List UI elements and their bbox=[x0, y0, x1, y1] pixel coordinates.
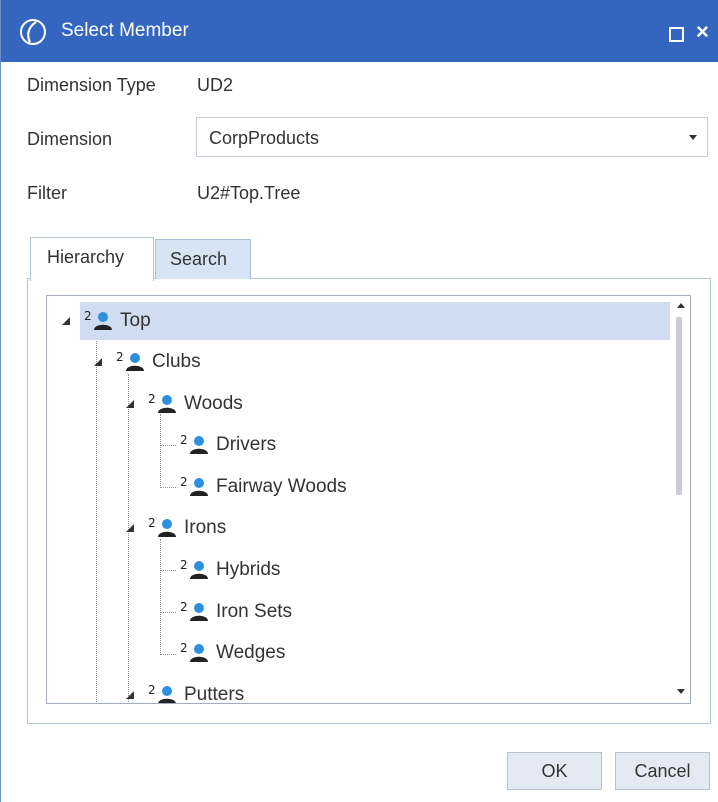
tab-hierarchy[interactable]: Hierarchy bbox=[30, 237, 154, 281]
tree-node-irons[interactable]: 2 Irons bbox=[126, 509, 444, 547]
tree-node-iron-sets[interactable]: 2 Iron Sets bbox=[176, 593, 476, 631]
app-logo-icon bbox=[20, 19, 46, 45]
scroll-down-icon[interactable] bbox=[677, 689, 685, 694]
filter-label: Filter bbox=[27, 183, 67, 203]
expand-toggle-icon[interactable] bbox=[126, 524, 134, 532]
member-icon: 2 bbox=[148, 516, 176, 537]
member-icon: 2 bbox=[148, 683, 176, 703]
tree-connector bbox=[160, 612, 176, 613]
scroll-up-icon[interactable] bbox=[677, 303, 685, 308]
tree-node-label: Top bbox=[120, 310, 151, 331]
svg-text:2: 2 bbox=[180, 475, 188, 489]
member-icon: 2 bbox=[116, 350, 144, 371]
tree-connector bbox=[160, 570, 176, 571]
svg-text:2: 2 bbox=[180, 433, 188, 447]
svg-text:2: 2 bbox=[180, 558, 188, 572]
tree-node-drivers[interactable]: 2 Drivers bbox=[176, 426, 476, 464]
tab-search[interactable]: Search bbox=[155, 239, 251, 279]
tree-node-putters[interactable]: 2 Putters bbox=[126, 676, 444, 704]
expand-toggle-icon[interactable] bbox=[126, 400, 134, 408]
tree-connector bbox=[160, 445, 176, 446]
svg-text:2: 2 bbox=[148, 392, 156, 406]
tree-node-label: Iron Sets bbox=[216, 601, 293, 622]
tree-node-label: Drivers bbox=[216, 434, 277, 455]
close-icon[interactable]: × bbox=[696, 18, 709, 46]
tree-node-label: Irons bbox=[184, 517, 227, 538]
tree-connector bbox=[160, 654, 176, 655]
tree-connector bbox=[160, 414, 161, 488]
member-icon: 2 bbox=[84, 309, 112, 330]
tree-node-woods[interactable]: 2 Woods bbox=[126, 385, 444, 423]
svg-text:2: 2 bbox=[84, 309, 92, 323]
member-tree[interactable]: 2 Top 2 Clubs 2 Woods 2 Drivers 2 Fairwa… bbox=[46, 295, 691, 704]
cancel-button[interactable]: Cancel bbox=[615, 752, 710, 790]
tree-node-hybrids[interactable]: 2 Hybrids bbox=[176, 551, 476, 589]
member-icon: 2 bbox=[180, 475, 208, 496]
svg-text:2: 2 bbox=[180, 600, 188, 614]
tree-node-label: Fairway Woods bbox=[216, 476, 347, 497]
tree-connector bbox=[128, 374, 129, 703]
ok-button[interactable]: OK bbox=[507, 752, 602, 790]
svg-text:2: 2 bbox=[116, 350, 124, 364]
scroll-thumb[interactable] bbox=[676, 317, 682, 495]
tree-node-fairway-woods[interactable]: 2 Fairway Woods bbox=[176, 468, 476, 506]
tree-connector bbox=[96, 331, 97, 703]
tree-node-label: Putters bbox=[184, 684, 245, 704]
tab-search-label: Search bbox=[170, 249, 228, 269]
member-icon: 2 bbox=[180, 600, 208, 621]
tree-node-label: Hybrids bbox=[216, 559, 281, 580]
dimension-dropdown[interactable]: CorpProducts bbox=[196, 117, 708, 157]
window-title: Select Member bbox=[61, 20, 189, 41]
dimension-label: Dimension bbox=[27, 129, 113, 149]
tree-scrollbar[interactable] bbox=[670, 296, 690, 703]
member-icon: 2 bbox=[180, 433, 208, 454]
tree-connector bbox=[160, 487, 176, 488]
maximize-icon[interactable] bbox=[669, 27, 684, 42]
title-bar[interactable]: Select Member × bbox=[1, 0, 718, 62]
tree-connector bbox=[160, 539, 161, 655]
chevron-down-icon[interactable] bbox=[689, 135, 697, 140]
svg-text:2: 2 bbox=[180, 641, 188, 655]
tree-node-label: Wedges bbox=[216, 642, 286, 663]
expand-toggle-icon[interactable] bbox=[126, 691, 134, 699]
expand-toggle-icon[interactable] bbox=[94, 358, 102, 366]
dimension-type-label: Dimension Type bbox=[27, 75, 156, 95]
svg-text:2: 2 bbox=[148, 683, 156, 697]
tree-node-label: Clubs bbox=[152, 351, 201, 372]
expand-toggle-icon[interactable] bbox=[62, 317, 70, 325]
tree-node-label: Woods bbox=[184, 393, 243, 414]
tree-node-wedges[interactable]: 2 Wedges bbox=[176, 634, 476, 672]
tree-node-top[interactable]: 2 Top bbox=[62, 302, 670, 340]
dimension-dropdown-value: CorpProducts bbox=[209, 128, 320, 148]
member-icon: 2 bbox=[180, 641, 208, 662]
dimension-type-value: UD2 bbox=[197, 75, 234, 95]
svg-text:2: 2 bbox=[148, 516, 156, 530]
select-member-dialog: Select Member × Dimension Type UD2 Dimen… bbox=[0, 0, 718, 802]
tree-node-clubs[interactable]: 2 Clubs bbox=[94, 343, 412, 381]
filter-value: U2#Top.Tree bbox=[197, 183, 301, 203]
member-icon: 2 bbox=[148, 392, 176, 413]
member-icon: 2 bbox=[180, 558, 208, 579]
tab-hierarchy-label: Hierarchy bbox=[47, 247, 125, 267]
